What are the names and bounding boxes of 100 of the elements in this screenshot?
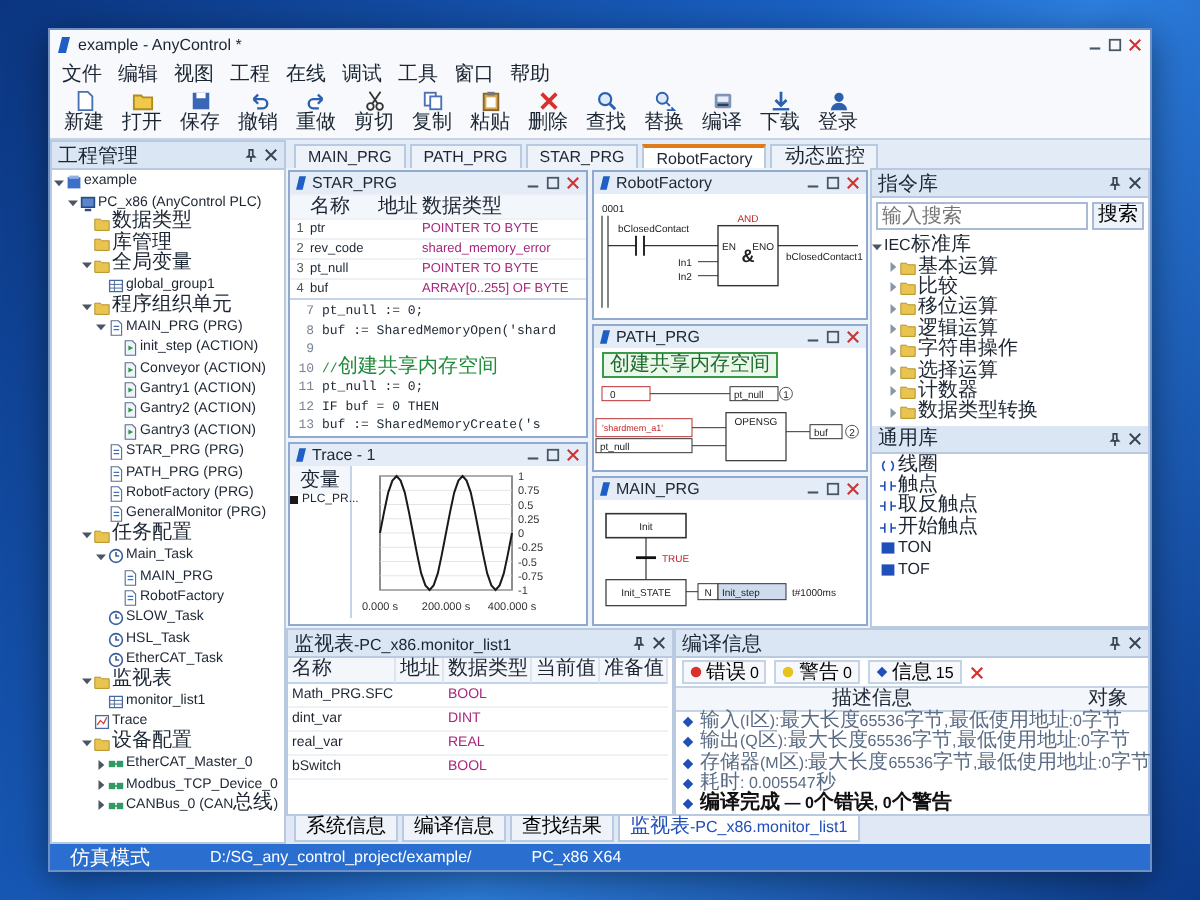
editor-tab[interactable]: 动态监控	[770, 144, 879, 168]
panel-tab[interactable]: 查找结果	[510, 816, 614, 842]
tree-item[interactable]: 数据类型转换	[918, 402, 1038, 423]
toolbar-button[interactable]: 新建	[58, 90, 110, 134]
toolbar-button[interactable]: 保存	[174, 90, 226, 134]
tree-item[interactable]: 监视表	[112, 670, 172, 693]
toolbar-button[interactable]: 复制	[406, 90, 458, 134]
collapse-arrow-icon[interactable]	[82, 302, 92, 313]
toolbar-button[interactable]: 登录	[812, 90, 864, 134]
pin-icon[interactable]	[1108, 636, 1122, 650]
library-item[interactable]: 开始触点	[898, 517, 978, 538]
expand-arrow-icon[interactable]	[96, 780, 106, 791]
menu-item[interactable]: 调试	[342, 60, 382, 88]
maximize-icon[interactable]	[826, 482, 840, 497]
library-item[interactable]: 取反触点	[898, 496, 978, 517]
tree-item[interactable]: 逻辑运算	[918, 319, 998, 340]
close-icon[interactable]	[1128, 636, 1142, 650]
panel-tab[interactable]: 系统信息	[294, 816, 398, 842]
editor-tab[interactable]: MAIN_PRG	[294, 144, 406, 168]
tree-item[interactable]: 计数器	[918, 381, 978, 402]
pin-icon[interactable]	[244, 148, 258, 162]
tree-item[interactable]: 字符串操作	[918, 340, 1018, 361]
close-icon[interactable]	[566, 176, 580, 190]
close-icon[interactable]	[846, 482, 860, 497]
toolbar-button[interactable]: 替换	[638, 90, 690, 134]
collapse-arrow-icon[interactable]	[82, 738, 92, 749]
library-item[interactable]: 触点	[898, 476, 938, 497]
step-box[interactable]	[605, 579, 687, 607]
panel-tab[interactable]: 监视表-PC_x86.monitor_list1	[618, 816, 860, 842]
toolbar-button[interactable]: 打开	[116, 90, 168, 134]
close-icon[interactable]	[566, 448, 580, 462]
maximize-icon[interactable]	[546, 176, 560, 190]
filter-button[interactable]: 信息 15	[867, 660, 962, 684]
menu-item[interactable]: 编辑	[118, 60, 158, 88]
tree-item[interactable]: 任务配置	[112, 524, 192, 547]
collapse-arrow-icon[interactable]	[96, 322, 106, 333]
toolbar-button[interactable]: 粘贴	[464, 90, 516, 134]
filter-button[interactable]: 警告 0	[774, 660, 860, 684]
maximize-icon[interactable]	[826, 176, 840, 190]
input-box[interactable]	[601, 385, 651, 401]
tree-item[interactable]: 选择运算	[918, 361, 998, 382]
close-icon[interactable]	[264, 148, 278, 162]
tree-item[interactable]: 全局变量	[112, 254, 192, 277]
toolbar-button[interactable]: 剪切	[348, 90, 400, 134]
editor-tab[interactable]: PATH_PRG	[409, 144, 522, 168]
editor-tab[interactable]: RobotFactory	[642, 144, 767, 168]
search-field[interactable]: 输入搜索	[876, 202, 1088, 230]
output-box[interactable]	[729, 385, 779, 401]
toolbar-button[interactable]: 撤销	[232, 90, 284, 134]
menu-item[interactable]: 工具	[398, 60, 438, 88]
close-icon[interactable]	[1128, 431, 1142, 446]
input-box[interactable]	[595, 437, 693, 453]
toolbar-button[interactable]: 查找	[580, 90, 632, 134]
collapse-arrow-icon[interactable]	[82, 530, 92, 541]
panel-tab[interactable]: 编译信息	[402, 816, 506, 842]
expand-arrow-icon[interactable]	[96, 800, 106, 811]
toolbar-button[interactable]: 重做	[290, 90, 342, 134]
toolbar-button[interactable]: 删除	[522, 90, 574, 134]
tree-item[interactable]: 比较	[918, 277, 958, 298]
search-button[interactable]: 搜索	[1092, 202, 1144, 230]
close-icon[interactable]	[846, 329, 860, 344]
collapse-arrow-icon[interactable]	[82, 260, 92, 271]
menu-item[interactable]: 工程	[230, 60, 270, 88]
input-box[interactable]	[595, 417, 693, 437]
menu-item[interactable]: 窗口	[454, 60, 494, 88]
menu-item[interactable]: 视图	[174, 60, 214, 88]
menu-item[interactable]: 在线	[286, 60, 326, 88]
expand-arrow-icon[interactable]	[96, 759, 106, 770]
maximize-icon[interactable]	[1108, 38, 1122, 52]
editor-tab[interactable]: STAR_PRG	[525, 144, 639, 168]
function-block[interactable]	[725, 411, 787, 461]
toolbar-button[interactable]: 下载	[754, 90, 806, 134]
close-icon[interactable]	[1128, 38, 1142, 52]
clear-icon[interactable]	[969, 665, 984, 679]
tree-item[interactable]: 程序组织单元	[112, 296, 232, 319]
tree-item[interactable]: 移位运算	[918, 298, 998, 319]
library-item[interactable]: TOF	[898, 559, 930, 580]
tree-item[interactable]: IEC标准库	[884, 236, 971, 257]
initial-step[interactable]	[605, 513, 687, 540]
maximize-icon[interactable]	[826, 329, 840, 344]
tree-item[interactable]: 设备配置	[112, 732, 192, 755]
toolbar-button[interactable]: 编译	[696, 90, 748, 134]
collapse-arrow-icon[interactable]	[96, 551, 106, 562]
filter-button[interactable]: 错误 0	[682, 660, 767, 684]
collapse-arrow-icon[interactable]	[872, 241, 882, 252]
pin-icon[interactable]	[1108, 176, 1122, 190]
close-icon[interactable]	[652, 636, 666, 650]
tree-item[interactable]: 基本运算	[918, 257, 998, 278]
library-item[interactable]: TON	[898, 538, 932, 559]
close-icon[interactable]	[846, 176, 860, 190]
pin-icon[interactable]	[1108, 431, 1122, 446]
collapse-arrow-icon[interactable]	[82, 676, 92, 687]
menu-item[interactable]: 文件	[62, 60, 102, 88]
function-block[interactable]	[717, 224, 779, 287]
collapse-arrow-icon[interactable]	[54, 177, 64, 188]
output-box[interactable]	[809, 423, 843, 439]
maximize-icon[interactable]	[546, 448, 560, 462]
pin-icon[interactable]	[632, 636, 646, 650]
collapse-arrow-icon[interactable]	[68, 198, 78, 209]
menu-item[interactable]: 帮助	[510, 60, 550, 88]
